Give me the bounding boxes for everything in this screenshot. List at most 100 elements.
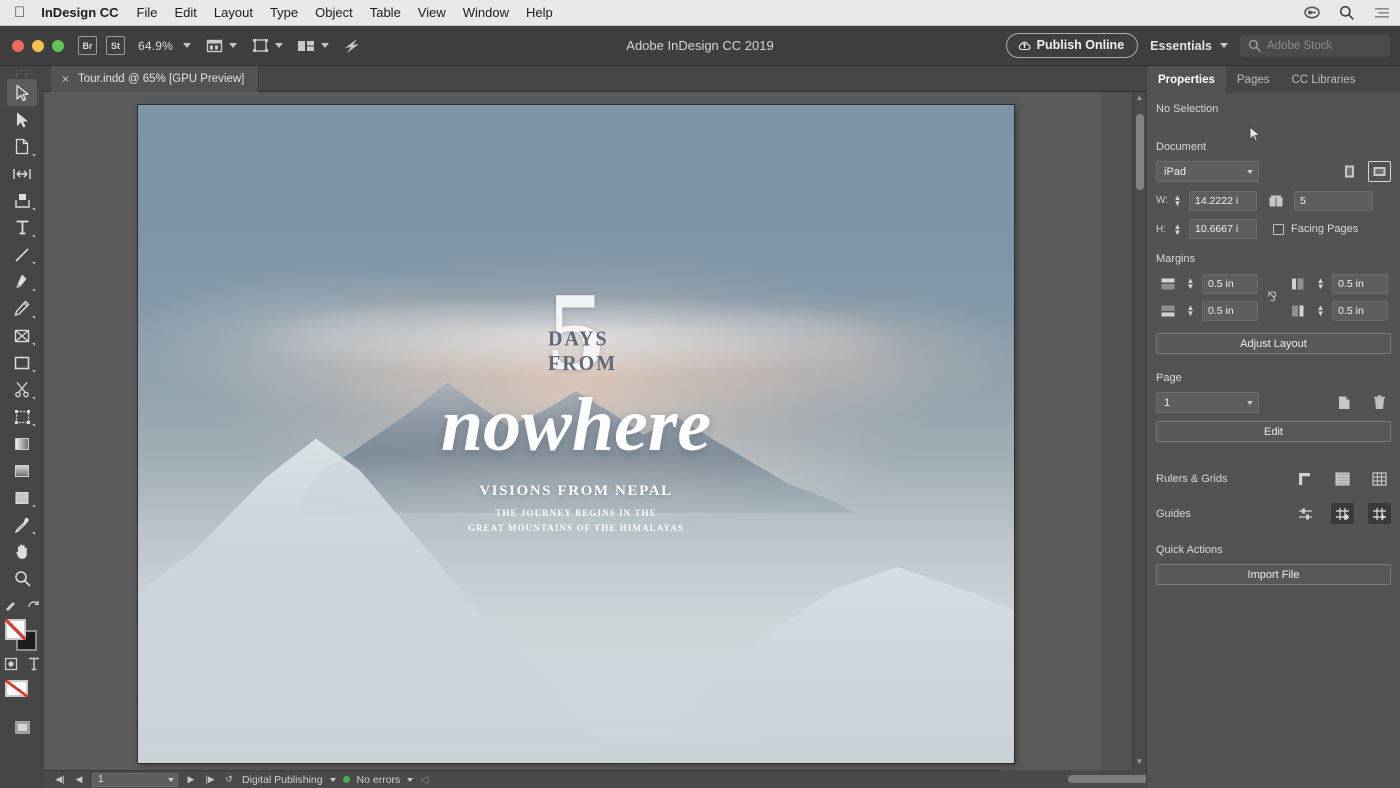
height-stepper[interactable]: ▲ ▼ (1173, 222, 1182, 236)
tab-pages[interactable]: Pages (1226, 66, 1281, 93)
zoom-tool[interactable] (7, 565, 37, 592)
tab-cc-libraries[interactable]: CC Libraries (1281, 66, 1367, 93)
tools-panel-drag-handle[interactable]: ⋮⋮ (13, 69, 31, 79)
screen-mode-icon[interactable] (249, 37, 271, 55)
show-guides-icon[interactable] (1294, 503, 1317, 524)
lock-guides-icon[interactable] (1331, 503, 1354, 524)
frame-tool[interactable] (7, 322, 37, 349)
baseline-grid-icon[interactable] (1331, 468, 1354, 489)
vertical-scroll-thumb[interactable] (1136, 114, 1144, 190)
menu-app-name[interactable]: InDesign CC (41, 5, 118, 20)
workspace-chevron-down-icon[interactable] (1220, 43, 1228, 48)
tab-properties[interactable]: Properties (1147, 66, 1226, 93)
previous-page-icon[interactable]: ◀ (73, 774, 85, 785)
menu-item-type[interactable]: Type (270, 5, 298, 20)
zoom-dropdown-chevron-down-icon[interactable] (183, 43, 192, 48)
selection-tool[interactable] (7, 79, 37, 106)
notification-list-icon[interactable] (1373, 4, 1390, 21)
gradient-swatch-tool[interactable] (7, 430, 37, 457)
page-tool[interactable] (7, 133, 37, 160)
canvas-vertical-scrollbar[interactable]: ▲ ▼ (1132, 92, 1146, 770)
apply-none-swatches[interactable] (5, 680, 39, 706)
gradient-feather-tool[interactable] (7, 457, 37, 484)
page-number-chevron-down-icon[interactable] (168, 777, 174, 782)
hand-tool[interactable] (7, 538, 37, 565)
view-options-chevron-down-icon[interactable] (229, 43, 238, 48)
publish-online-button[interactable]: Publish Online (1005, 33, 1139, 58)
direct-selection-tool[interactable] (7, 106, 37, 133)
last-page-icon[interactable]: |▶ (204, 774, 216, 785)
document-tab[interactable]: × Tour.indd @ 65% [GPU Preview] (51, 66, 260, 92)
margin-bottom-input[interactable]: 0.5 in (1202, 300, 1258, 321)
margin-top-stepper[interactable]: ▲ ▼ (1186, 277, 1195, 291)
maximize-window-button[interactable] (52, 39, 64, 52)
rectangle-tool[interactable] (7, 349, 37, 376)
document-canvas[interactable]: 5 DAYS FROM nowhere VISIONS FROM NEPAL T… (44, 92, 1102, 770)
pencil-tool[interactable] (7, 295, 37, 322)
workspace-switcher[interactable]: Essentials (1150, 39, 1228, 53)
menu-item-layout[interactable]: Layout (214, 5, 253, 20)
close-tab-icon[interactable]: × (62, 73, 69, 85)
arrange-chevron-down-icon[interactable] (321, 43, 330, 48)
trash-icon[interactable] (1368, 392, 1391, 413)
margin-bottom-stepper[interactable]: ▲ ▼ (1186, 304, 1195, 318)
adobe-stock-search-input[interactable]: Adobe Stock (1240, 34, 1390, 57)
fill-stroke-swatches[interactable] (5, 619, 39, 651)
screen-mode-normal-icon[interactable] (7, 714, 37, 741)
width-stepper[interactable]: ▲ ▼ (1173, 194, 1182, 208)
scroll-down-arrow-icon[interactable]: ▼ (1133, 756, 1146, 768)
preflight-chevron-down-icon[interactable] (407, 777, 414, 782)
control-center-icon[interactable] (1303, 4, 1320, 21)
format-container-icon[interactable] (4, 657, 18, 676)
margin-left-input[interactable]: 0.5 in (1332, 273, 1389, 294)
bridge-button[interactable]: Br (78, 36, 97, 55)
gap-tool[interactable] (7, 160, 37, 187)
free-transform-tool[interactable] (7, 403, 37, 430)
document-grid-icon[interactable] (1368, 468, 1391, 489)
menu-item-view[interactable]: View (418, 5, 446, 20)
scroll-up-arrow-icon[interactable]: ▲ (1133, 92, 1146, 104)
adjust-layout-button[interactable]: Adjust Layout (1156, 333, 1391, 354)
show-rulers-icon[interactable] (1294, 468, 1317, 489)
type-tool[interactable] (7, 214, 37, 241)
scissors-tool[interactable] (7, 376, 37, 403)
page-artboard[interactable]: 5 DAYS FROM nowhere VISIONS FROM NEPAL T… (138, 105, 1014, 763)
margin-right-stepper[interactable]: ▲ ▼ (1316, 304, 1325, 318)
menu-item-table[interactable]: Table (370, 5, 401, 20)
pages-count-input[interactable]: 5 (1294, 190, 1373, 211)
import-file-button[interactable]: Import File (1156, 564, 1391, 585)
workspace-mode-chevron-down-icon[interactable] (329, 777, 336, 782)
chain-link-icon[interactable]: ⅋ (1267, 289, 1277, 305)
first-page-icon[interactable]: ◀| (54, 774, 66, 785)
page-select-chevron-down-icon[interactable] (1247, 400, 1253, 405)
share-flash-icon[interactable] (341, 37, 363, 55)
horizontal-scroll-thumb[interactable] (1068, 775, 1158, 783)
spotlight-search-icon[interactable] (1338, 4, 1355, 21)
document-preset-select[interactable]: iPad (1156, 161, 1259, 182)
menu-item-object[interactable]: Object (315, 5, 353, 20)
apple-logo-icon[interactable]:  (14, 5, 25, 20)
width-input[interactable]: 14.2222 i (1189, 190, 1257, 211)
page-number-input[interactable]: 1 (92, 772, 178, 787)
height-input[interactable]: 10.6667 i (1189, 219, 1257, 239)
document-preset-chevron-down-icon[interactable] (1247, 169, 1253, 174)
add-page-icon[interactable] (1332, 392, 1355, 413)
smart-guides-icon[interactable] (1368, 503, 1391, 524)
menu-item-help[interactable]: Help (526, 5, 553, 20)
menu-item-edit[interactable]: Edit (175, 5, 197, 20)
page-select[interactable]: 1 (1156, 392, 1259, 413)
menu-item-window[interactable]: Window (463, 5, 509, 20)
note-tool[interactable] (7, 484, 37, 511)
screen-mode-chevron-down-icon[interactable] (275, 43, 284, 48)
apply-color-icon[interactable] (4, 598, 17, 616)
arrange-documents-icon[interactable] (295, 37, 317, 55)
facing-pages-checkbox[interactable] (1273, 223, 1284, 235)
content-collector-tool[interactable] (7, 187, 37, 214)
next-page-icon[interactable]: ▶ (185, 774, 197, 785)
minimize-window-button[interactable] (32, 39, 44, 52)
edit-page-button[interactable]: Edit (1156, 421, 1391, 442)
format-text-icon[interactable] (28, 657, 40, 676)
margin-right-input[interactable]: 0.5 in (1332, 300, 1389, 321)
swap-fill-stroke-icon[interactable] (27, 598, 40, 616)
workspace-mode-label[interactable]: Digital Publishing (242, 774, 323, 786)
